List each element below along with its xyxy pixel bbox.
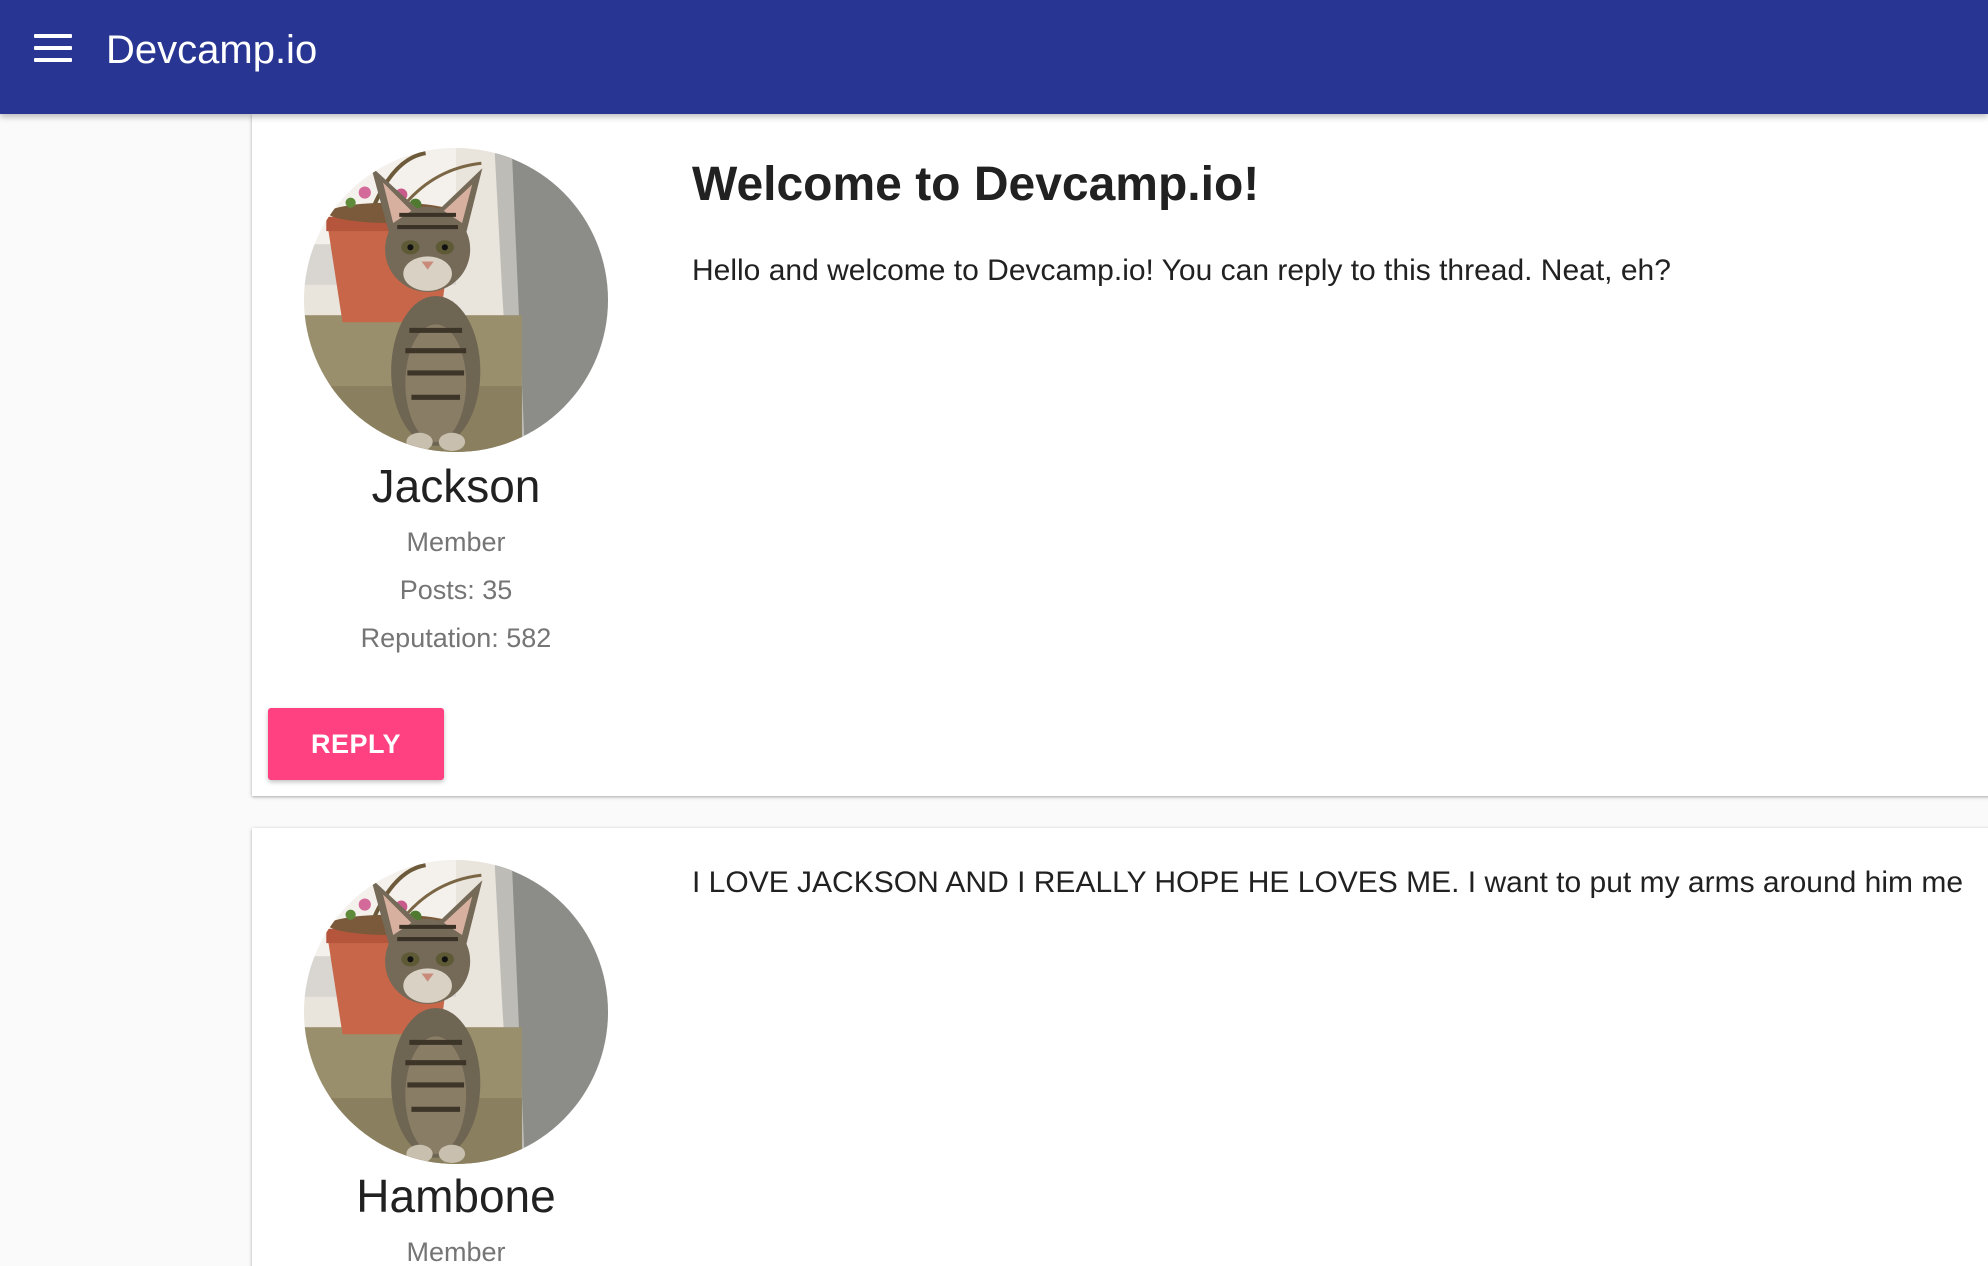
post-card: Jackson Member Posts: 35 Reputation: 582… bbox=[252, 114, 1988, 796]
author-name: Jackson bbox=[371, 460, 541, 512]
post-card: Hambone Member I LOVE JACKSON AND I REAL… bbox=[252, 828, 1988, 1266]
reply-button[interactable]: REPLY bbox=[268, 708, 444, 780]
avatar bbox=[304, 148, 608, 452]
hamburger-menu-icon[interactable] bbox=[24, 28, 84, 72]
app-bar: Devcamp.io bbox=[0, 0, 1988, 114]
thread-content: Jackson Member Posts: 35 Reputation: 582… bbox=[0, 114, 1988, 1266]
author-post-count: Posts: 35 bbox=[399, 575, 513, 605]
app-title: Devcamp.io bbox=[106, 28, 318, 72]
author-reputation: Reputation: 582 bbox=[360, 623, 552, 653]
author-role: Member bbox=[406, 1237, 506, 1266]
avatar bbox=[304, 860, 608, 1164]
post-body: I LOVE JACKSON AND I REALLY HOPE HE LOVE… bbox=[692, 866, 1964, 899]
post-body: Hello and welcome to Devcamp.io! You can… bbox=[692, 254, 1671, 287]
post-title: Welcome to Devcamp.io! bbox=[692, 158, 1260, 211]
author-role: Member bbox=[406, 527, 506, 557]
author-name: Hambone bbox=[356, 1170, 556, 1222]
